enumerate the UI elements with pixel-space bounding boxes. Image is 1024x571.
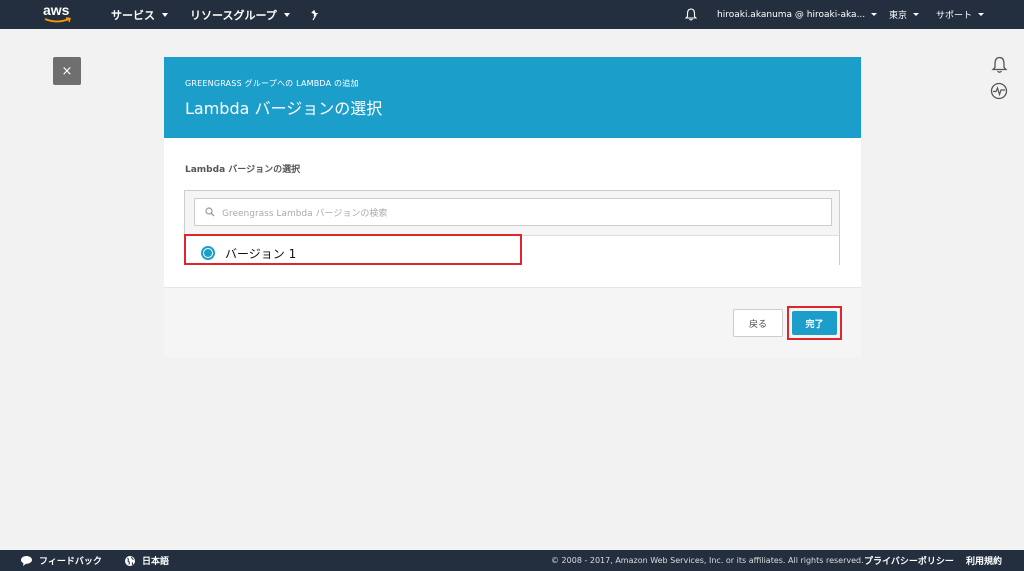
chevron-down-icon bbox=[871, 13, 878, 16]
section-label: Lambda バージョンの選択 bbox=[185, 165, 301, 175]
aws-logo-text: aws bbox=[43, 2, 70, 18]
top-navigation-bar: aws サービス リソースグループ hiroaki.akanuma @ hiro… bbox=[0, 0, 1024, 29]
aws-smile-icon bbox=[44, 17, 71, 23]
feedback-label: フィードバック bbox=[39, 557, 102, 567]
bell-icon bbox=[685, 8, 697, 21]
resource-groups-menu[interactable]: リソースグループ bbox=[190, 0, 290, 29]
notification-bell-icon bbox=[990, 56, 1008, 73]
resource-groups-menu-label: リソースグループ bbox=[190, 8, 277, 22]
search-icon bbox=[205, 207, 215, 217]
language-label: 日本語 bbox=[142, 557, 170, 567]
aws-logo[interactable]: aws bbox=[43, 3, 73, 25]
search-placeholder: Greengrass Lambda バージョンの検索 bbox=[222, 208, 388, 219]
account-menu-label: hiroaki.akanuma @ hiroaki-aka... bbox=[717, 9, 866, 20]
notifications-button[interactable] bbox=[685, 0, 697, 29]
page-title: Lambda バージョンの選択 bbox=[185, 99, 383, 118]
wizard-header: GREENGRASS グループへの LAMBDA の追加 Lambda バージョ… bbox=[164, 57, 861, 138]
wizard-subtitle: GREENGRASS グループへの LAMBDA の追加 bbox=[185, 79, 359, 88]
notification-bell-button[interactable] bbox=[989, 55, 1009, 75]
globe-icon bbox=[125, 555, 135, 566]
selection-highlight-frame bbox=[184, 234, 522, 265]
services-menu[interactable]: サービス bbox=[111, 0, 168, 29]
chevron-down-icon bbox=[162, 12, 168, 17]
chevron-down-icon bbox=[913, 13, 920, 16]
pin-button[interactable] bbox=[310, 0, 322, 29]
chevron-down-icon bbox=[283, 12, 290, 17]
support-menu-label: サポート bbox=[936, 11, 973, 21]
services-menu-label: サービス bbox=[111, 8, 155, 22]
language-selector[interactable]: 日本語 bbox=[124, 550, 169, 571]
region-menu-label: 東京 bbox=[889, 11, 908, 21]
page-footer: フィードバック 日本語 © 2008 - 2017, Amazon Web Se… bbox=[0, 550, 1024, 571]
feedback-link[interactable]: フィードバック bbox=[20, 550, 102, 571]
done-button-highlight-frame: 完了 bbox=[787, 306, 842, 340]
back-button[interactable]: 戻る bbox=[733, 309, 783, 337]
wizard-body: Lambda バージョンの選択 Greengrass Lambda バージョンの… bbox=[164, 138, 861, 287]
region-menu[interactable]: 東京 bbox=[889, 0, 920, 29]
support-menu[interactable]: サポート bbox=[936, 0, 985, 29]
chevron-down-icon bbox=[978, 13, 985, 16]
health-pulse-icon bbox=[990, 82, 1008, 100]
copyright-text: © 2008 - 2017, Amazon Web Services, Inc.… bbox=[551, 556, 864, 565]
terms-link[interactable]: 利用規約 bbox=[966, 550, 1002, 571]
close-button[interactable]: × bbox=[53, 57, 81, 85]
account-menu[interactable]: hiroaki.akanuma @ hiroaki-aka... bbox=[717, 0, 878, 29]
close-icon: × bbox=[61, 63, 73, 79]
pin-icon bbox=[311, 9, 319, 20]
privacy-policy-link[interactable]: プライバシーポリシー bbox=[864, 550, 954, 571]
health-status-button[interactable] bbox=[989, 81, 1009, 101]
done-button[interactable]: 完了 bbox=[792, 311, 837, 335]
version-search-input[interactable]: Greengrass Lambda バージョンの検索 bbox=[194, 198, 832, 226]
speech-bubble-icon bbox=[21, 555, 32, 566]
wizard-footer: 戻る 完了 bbox=[164, 287, 861, 357]
